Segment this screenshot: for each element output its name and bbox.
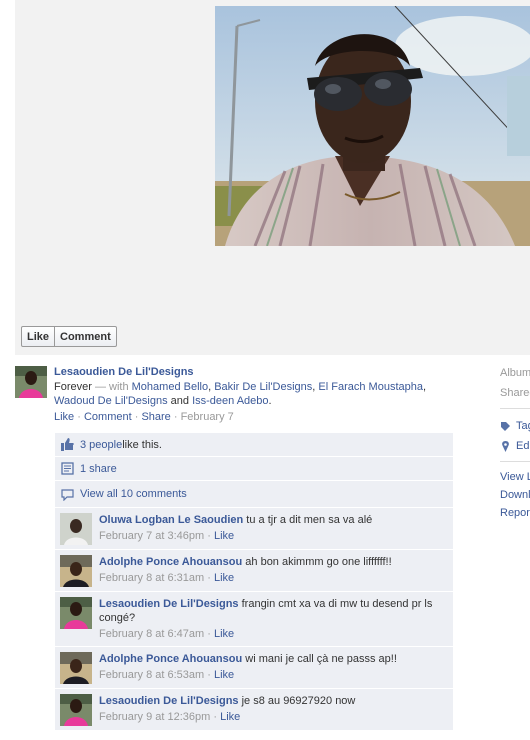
comment: Lesaoudien De Lil'Designs frangin cmt xa… [55, 592, 453, 647]
comment-author[interactable]: Adolphe Ponce Ahouansou [99, 556, 242, 568]
comment: Adolphe Ponce Ahouansou wi mani je call … [55, 647, 453, 689]
like-button[interactable]: Like [22, 327, 54, 346]
comment-text: Adolphe Ponce Ahouansou wi mani je call … [99, 652, 447, 666]
story-status: Forever [54, 381, 92, 393]
comment-text: Adolphe Ponce Ahouansou ah bon akimmm go… [99, 555, 447, 569]
comment-body: ah bon akimmm go one liffffff!! [245, 556, 392, 568]
avatar[interactable] [15, 366, 47, 398]
story-comment-link[interactable]: Comment [84, 411, 132, 423]
view-large-link[interactable]: View L [500, 470, 530, 484]
comment-like-link[interactable]: Like [214, 572, 234, 584]
comment-avatar[interactable] [60, 694, 92, 726]
tag-photo-link[interactable]: Tag [500, 419, 530, 433]
comment-body: wi mani je call çà ne passs ap!! [245, 653, 397, 665]
share-icon [61, 462, 74, 475]
comment-meta: February 8 at 6:53am · Like [99, 669, 235, 681]
comment-time[interactable]: February 8 at 6:31am [99, 572, 204, 584]
tag-icon [501, 421, 510, 431]
photo-actions: Like Comment [21, 326, 117, 347]
story-meta: Like · Comment · Share · February 7 [54, 411, 234, 423]
avatar-image [60, 652, 92, 684]
avatar-image [15, 366, 47, 398]
comment-time[interactable]: February 7 at 3:46pm [99, 530, 204, 542]
story-body: Lesaoudien De Lil'Designs Forever — with… [54, 366, 454, 423]
comment-meta: February 8 at 6:31am · Like [99, 572, 235, 584]
avatar-image [60, 597, 92, 629]
edit-location-link[interactable]: Edit [500, 439, 530, 453]
story-share-link[interactable]: Share [141, 411, 170, 423]
avatar-image [60, 694, 92, 726]
tagged-person[interactable]: Wadoud De Lil'Designs [54, 395, 168, 407]
comment-avatar[interactable] [60, 652, 92, 684]
comment-author[interactable]: Oluwa Logban Le Saoudien [99, 514, 243, 526]
edit-label: Edit [516, 440, 530, 452]
comment-body: tu a tjr a dit men sa va alé [246, 514, 373, 526]
shared-label: Shared [500, 387, 530, 399]
with-prefix: — with [91, 381, 132, 393]
story-date[interactable]: February 7 [181, 411, 234, 423]
comment-time[interactable]: February 8 at 6:47am [99, 628, 204, 640]
photo-image [215, 6, 530, 246]
tagged-person[interactable]: El Farach Moustapha [318, 381, 423, 393]
avatar-image [60, 513, 92, 545]
report-link[interactable]: Repor [500, 506, 530, 520]
feedback-box: 3 people like this. 1 share View all 10 … [55, 433, 453, 731]
download-link[interactable]: Downl [500, 488, 530, 502]
comment-time[interactable]: February 9 at 12:36pm [99, 711, 210, 723]
photo[interactable] [215, 6, 530, 246]
tagged-person[interactable]: Mohamed Bello [132, 381, 208, 393]
comment-meta: February 9 at 12:36pm · Like [99, 711, 241, 723]
tagged-person[interactable]: Bakir De Lil'Designs [214, 381, 312, 393]
comment: Lesaoudien De Lil'Designs je s8 au 96927… [55, 689, 453, 731]
comment-avatar[interactable] [60, 597, 92, 629]
comment-meta: February 7 at 3:46pm · Like [99, 530, 235, 542]
avatar-image [60, 555, 92, 587]
comment-text: Lesaoudien De Lil'Designs frangin cmt xa… [99, 597, 447, 625]
comment-like-link[interactable]: Like [214, 669, 234, 681]
photo-stage: Like Comment [15, 0, 530, 355]
comment-avatar[interactable] [60, 513, 92, 545]
story-like-link[interactable]: Like [54, 411, 74, 423]
view-all-row: View all 10 comments [55, 481, 453, 508]
story-author[interactable]: Lesaoudien De Lil'Designs [54, 366, 454, 378]
comment-text: Lesaoudien De Lil'Designs je s8 au 96927… [99, 694, 447, 708]
comment-like-link[interactable]: Like [214, 530, 234, 542]
tagged-person[interactable]: Iss-deen Adebo [192, 395, 268, 407]
thumbs-up-icon [61, 438, 74, 451]
likes-suffix: like this. [122, 438, 162, 451]
location-pin-icon [502, 440, 509, 452]
comment-author[interactable]: Lesaoudien De Lil'Designs [99, 598, 239, 610]
comment-bubble-icon [61, 488, 74, 501]
comment-like-link[interactable]: Like [220, 711, 240, 723]
likes-row: 3 people like this. [55, 433, 453, 457]
comment-button[interactable]: Comment [54, 327, 116, 346]
likers-link[interactable]: 3 people [80, 439, 122, 451]
comment-time[interactable]: February 8 at 6:53am [99, 669, 204, 681]
comment: Oluwa Logban Le Saoudien tu a tjr a dit … [55, 508, 453, 550]
comment: Adolphe Ponce Ahouansou ah bon akimmm go… [55, 550, 453, 592]
comment-body: je s8 au 96927920 now [241, 695, 356, 707]
tag-label: Tag [516, 420, 530, 432]
shares-row: 1 share [55, 457, 453, 481]
comment-text: Oluwa Logban Le Saoudien tu a tjr a dit … [99, 513, 447, 527]
story-text: Forever — with Mohamed Bello, Bakir De L… [54, 381, 427, 407]
photo-sidebar: Album Shared Tag Edit View L Downl Repor [500, 366, 530, 520]
comment-avatar[interactable] [60, 555, 92, 587]
album-label[interactable]: Album [500, 366, 530, 380]
comment-meta: February 8 at 6:47am · Like [99, 628, 235, 640]
shares-link[interactable]: 1 share [80, 463, 117, 475]
comment-author[interactable]: Adolphe Ponce Ahouansou [99, 653, 242, 665]
comment-like-link[interactable]: Like [214, 628, 234, 640]
comment-author[interactable]: Lesaoudien De Lil'Designs [99, 695, 239, 707]
view-all-comments-link[interactable]: View all 10 comments [80, 488, 187, 500]
